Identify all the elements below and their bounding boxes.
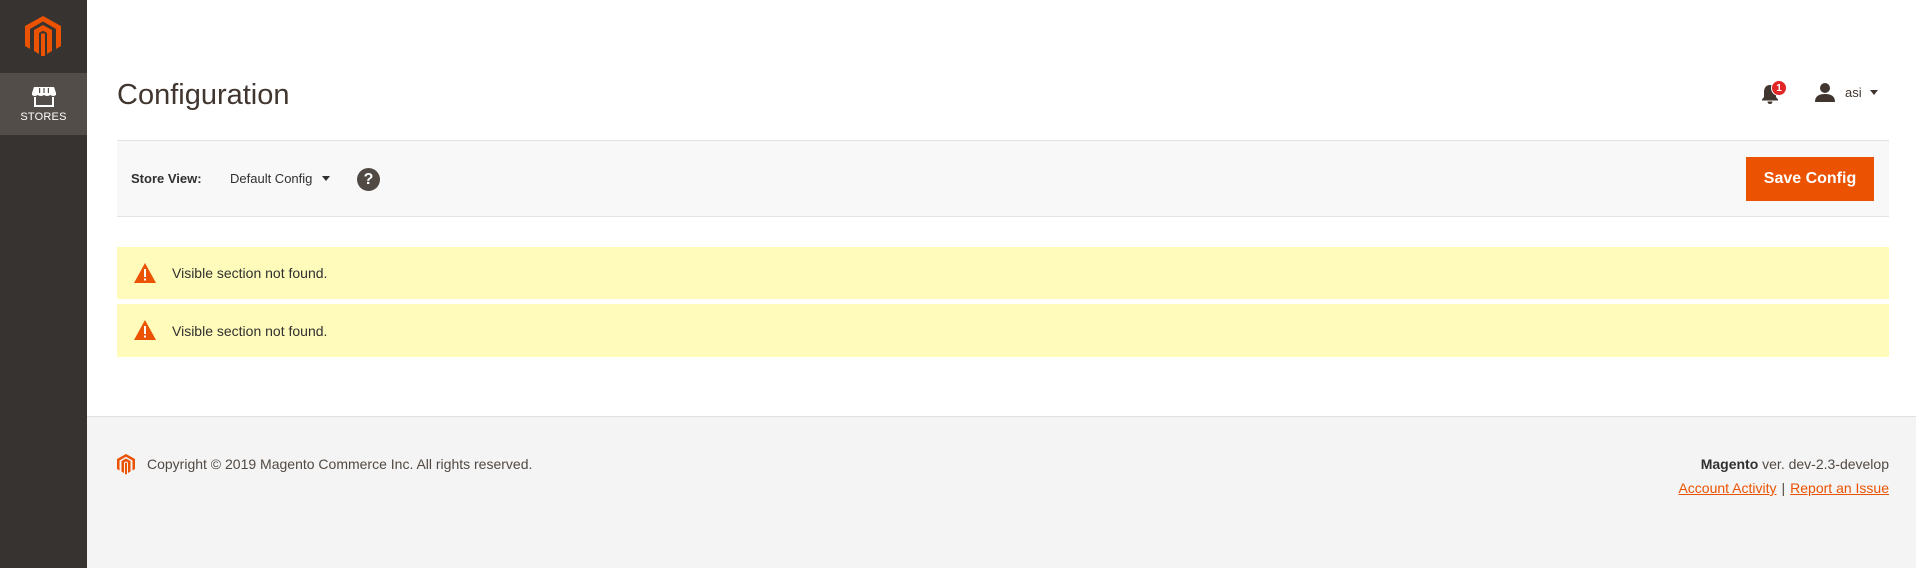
footer-links: Account Activity | Report an Issue: [1678, 480, 1889, 496]
message-text: Visible section not found.: [172, 322, 328, 339]
store-view-switcher[interactable]: Default Config: [230, 171, 331, 186]
save-config-button[interactable]: Save Config: [1746, 157, 1874, 201]
notifications-button[interactable]: 1: [1761, 80, 1789, 106]
warning-icon: [134, 320, 156, 340]
store-icon: [31, 86, 56, 107]
store-view-toolbar: Store View: Default Config ? Save Config: [117, 140, 1889, 217]
user-menu[interactable]: asi: [1815, 81, 1878, 103]
warning-message: Visible section not found.: [117, 304, 1889, 357]
user-name: asi: [1845, 84, 1862, 100]
version-text: ver. dev-2.3-develop: [1758, 456, 1889, 472]
link-separator: |: [1781, 480, 1786, 496]
magento-logo-icon: [117, 454, 135, 475]
sidebar-item-stores[interactable]: STORES: [0, 73, 87, 135]
question-icon[interactable]: ?: [357, 168, 380, 191]
chevron-down-icon: [322, 176, 331, 181]
user-icon: [1815, 83, 1835, 102]
admin-sidebar: STORES: [0, 0, 87, 568]
warning-icon: [134, 263, 156, 283]
account-activity-link[interactable]: Account Activity: [1678, 480, 1776, 496]
version-info: Magento ver. dev-2.3-develop: [1701, 456, 1889, 472]
report-issue-link[interactable]: Report an Issue: [1790, 480, 1889, 496]
warning-message: Visible section not found.: [117, 247, 1889, 299]
page-title: Configuration: [117, 79, 290, 111]
magento-logo-icon[interactable]: [25, 16, 61, 56]
copyright-text: Copyright © 2019 Magento Commerce Inc. A…: [147, 456, 533, 472]
main-content: Configuration 1 asi Store View: Default …: [87, 0, 1916, 416]
notifications-count-badge: 1: [1771, 80, 1787, 96]
sidebar-item-label: STORES: [20, 110, 67, 123]
message-text: Visible section not found.: [172, 265, 328, 281]
store-view-label: Store View:: [131, 171, 202, 186]
store-view-value: Default Config: [230, 171, 313, 186]
page-footer: Copyright © 2019 Magento Commerce Inc. A…: [87, 416, 1916, 568]
chevron-down-icon: [1869, 89, 1878, 95]
messages-area: Visible section not found. Visible secti…: [117, 247, 1889, 357]
product-name: Magento: [1700, 456, 1759, 472]
